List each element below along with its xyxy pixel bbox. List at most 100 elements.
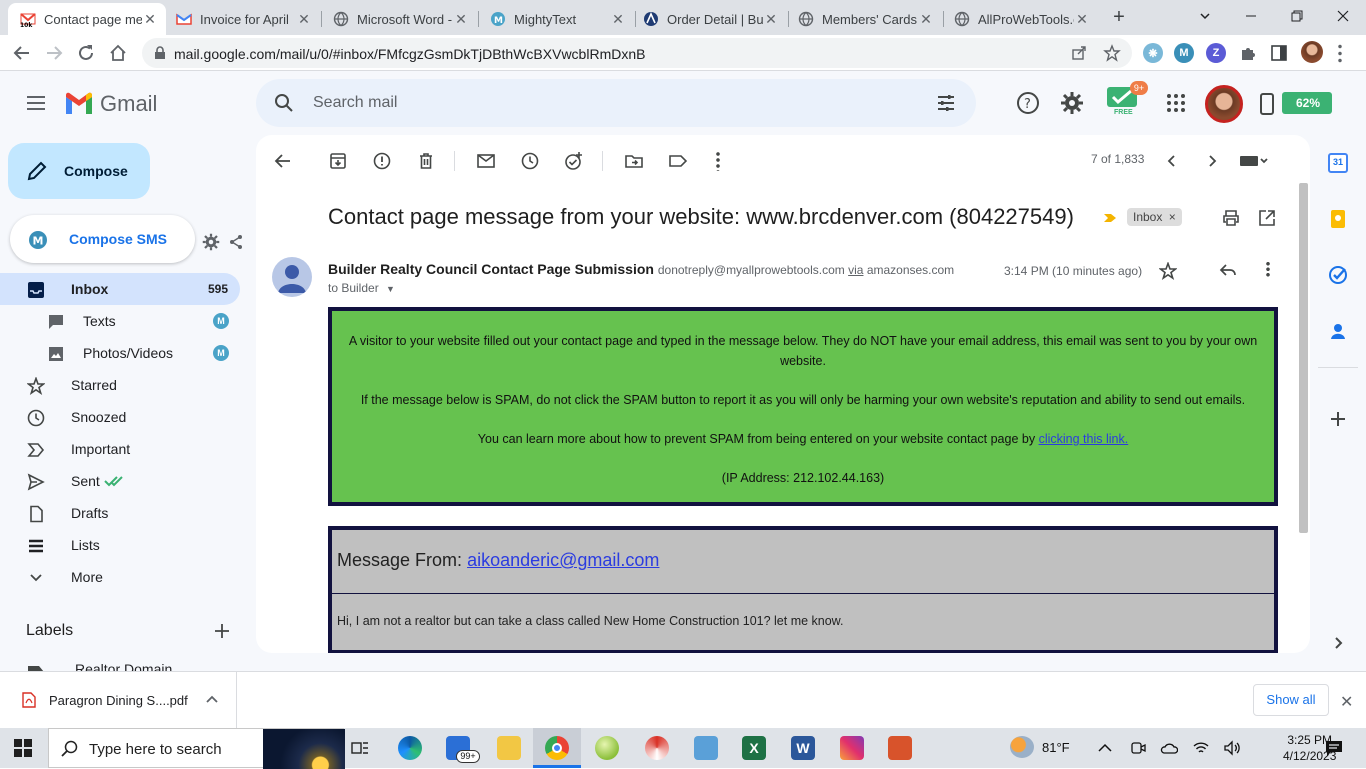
edge-browser-icon[interactable] xyxy=(398,736,422,760)
hamburger-menu-icon[interactable] xyxy=(24,91,48,115)
search-bar[interactable]: Search mail xyxy=(256,79,976,127)
from-email-link[interactable]: aikoanderic@gmail.com xyxy=(467,550,659,570)
settings-gear-icon[interactable] xyxy=(1060,91,1084,115)
open-new-window-icon[interactable] xyxy=(1258,209,1276,227)
sidebar-item-starred[interactable]: Starred xyxy=(0,369,240,401)
kebab-menu-icon[interactable] xyxy=(1338,43,1342,63)
extension-icon[interactable]: ❋ xyxy=(1143,43,1163,63)
add-addon-icon[interactable] xyxy=(1328,409,1348,429)
excel-icon[interactable]: X xyxy=(742,736,766,760)
contacts-icon[interactable] xyxy=(1328,321,1348,341)
help-icon[interactable]: ? xyxy=(1016,91,1040,115)
sidebar-item-texts[interactable]: Texts M xyxy=(0,305,240,337)
side-panel-icon[interactable] xyxy=(1271,45,1287,61)
wifi-icon[interactable] xyxy=(1193,740,1209,756)
close-window-button[interactable] xyxy=(1320,0,1366,32)
sidebar-item-more[interactable]: More xyxy=(0,561,240,593)
add-label-icon[interactable] xyxy=(214,623,230,639)
chevron-up-icon[interactable] xyxy=(1098,742,1112,754)
onedrive-cloud-icon[interactable] xyxy=(1160,741,1178,755)
puzzle-icon[interactable] xyxy=(1239,44,1257,62)
back-arrow-icon[interactable] xyxy=(273,151,293,171)
compose-button[interactable]: Compose xyxy=(8,143,150,199)
back-button[interactable] xyxy=(8,39,36,67)
close-tab-icon[interactable]: ✕ xyxy=(918,11,934,27)
chrome-taskbar-button[interactable] xyxy=(533,728,581,768)
tab-contact-page[interactable]: 10k Contact page me ✕ xyxy=(8,3,166,35)
show-all-downloads-button[interactable]: Show all xyxy=(1253,684,1329,716)
tab-search-button[interactable] xyxy=(1182,0,1228,32)
sender-name[interactable]: Builder Realty Council Contact Page Subm… xyxy=(328,261,654,277)
print-icon[interactable] xyxy=(1222,209,1240,227)
tab-allprowebtools[interactable]: AllProWebTools.c ✕ xyxy=(942,3,1098,35)
compose-sms-button[interactable]: M Compose SMS xyxy=(10,215,195,263)
mightytext-notifier[interactable]: 9+ FREE xyxy=(1106,81,1148,119)
search-icon[interactable] xyxy=(274,93,294,113)
forward-button[interactable] xyxy=(40,39,68,67)
input-tools-keyboard-icon[interactable] xyxy=(1239,155,1269,167)
weather-icon[interactable] xyxy=(1010,736,1034,758)
apps-grid-icon[interactable] xyxy=(1164,91,1188,115)
zoom-extension-icon[interactable]: Z xyxy=(1206,43,1226,63)
recipients-toggle[interactable]: to Builder ▼ xyxy=(328,281,395,295)
sidebar-item-sent[interactable]: Sent xyxy=(0,465,240,497)
tab-invoice[interactable]: Invoice for April ✕ xyxy=(164,3,320,35)
reload-button[interactable] xyxy=(72,39,100,67)
tab-members-cards[interactable]: Members' Cards ✕ xyxy=(786,3,942,35)
move-to-icon[interactable] xyxy=(624,151,644,171)
share-icon[interactable] xyxy=(1071,45,1087,61)
instagram-icon[interactable] xyxy=(840,736,864,760)
tab-microsoft-word[interactable]: Microsoft Word - ✕ xyxy=(321,3,477,35)
gmail-logo[interactable]: Gmail xyxy=(64,91,157,117)
notification-center-icon[interactable] xyxy=(1325,739,1343,757)
close-tab-icon[interactable]: ✕ xyxy=(296,11,312,27)
sender-avatar[interactable] xyxy=(272,257,312,297)
sidebar-label-realtor-domain[interactable]: Realtor Domain xyxy=(0,657,240,671)
keep-icon[interactable] xyxy=(1328,209,1348,229)
profile-avatar[interactable] xyxy=(1301,41,1323,63)
add-task-icon[interactable] xyxy=(564,151,584,171)
older-chevron-icon[interactable] xyxy=(1202,151,1222,171)
weather-temperature[interactable]: 81°F xyxy=(1042,740,1070,755)
new-tab-button[interactable]: + xyxy=(1108,6,1130,28)
sidebar-item-important[interactable]: Important xyxy=(0,433,240,465)
expand-panel-chevron-icon[interactable] xyxy=(1328,633,1348,653)
share-nodes-icon[interactable] xyxy=(228,234,244,250)
tab-order-detail[interactable]: Order Detail | Bu ✕ xyxy=(631,3,787,35)
meet-now-icon[interactable] xyxy=(1130,740,1146,756)
tasks-icon[interactable] xyxy=(1328,265,1348,285)
remove-label-icon[interactable]: × xyxy=(1169,210,1176,224)
mark-unread-icon[interactable] xyxy=(476,151,496,171)
app-icon[interactable] xyxy=(694,736,718,760)
report-spam-icon[interactable] xyxy=(372,151,392,171)
newer-chevron-icon[interactable] xyxy=(1162,151,1182,171)
account-avatar[interactable] xyxy=(1205,85,1243,123)
sidebar-item-drafts[interactable]: Drafts xyxy=(0,497,240,529)
sidebar-item-lists[interactable]: Lists xyxy=(0,529,240,561)
tab-mightytext[interactable]: M MightyText ✕ xyxy=(478,3,634,35)
taskbar-search-box[interactable]: Type here to search xyxy=(48,728,345,769)
reply-icon[interactable] xyxy=(1219,261,1237,279)
trash-icon[interactable] xyxy=(416,151,436,171)
minimize-button[interactable] xyxy=(1228,0,1274,32)
restore-button[interactable] xyxy=(1274,0,1320,32)
chevron-up-icon[interactable] xyxy=(206,694,218,704)
app-icon[interactable] xyxy=(888,736,912,760)
filter-options-icon[interactable] xyxy=(936,93,956,113)
volume-icon[interactable] xyxy=(1223,740,1241,756)
address-bar[interactable]: mail.google.com/mail/u/0/#inbox/FMfcgzGs… xyxy=(142,38,1132,68)
close-tab-icon[interactable]: ✕ xyxy=(763,11,779,27)
star-outline-icon[interactable] xyxy=(1103,44,1121,62)
sidebar-item-inbox[interactable]: Inbox 595 xyxy=(0,273,240,305)
phone-icon[interactable] xyxy=(1260,93,1274,115)
close-tab-icon[interactable]: ✕ xyxy=(610,11,626,27)
label-icon[interactable] xyxy=(668,151,688,171)
home-button[interactable] xyxy=(104,39,132,67)
snooze-icon[interactable] xyxy=(520,151,540,171)
word-icon[interactable]: W xyxy=(791,736,815,760)
prevent-spam-link[interactable]: clicking this link. xyxy=(1039,432,1129,446)
important-marker-icon[interactable] xyxy=(1103,213,1117,223)
file-explorer-icon[interactable] xyxy=(497,736,521,760)
message-more-icon[interactable] xyxy=(1266,261,1270,277)
app-icon[interactable] xyxy=(595,736,619,760)
